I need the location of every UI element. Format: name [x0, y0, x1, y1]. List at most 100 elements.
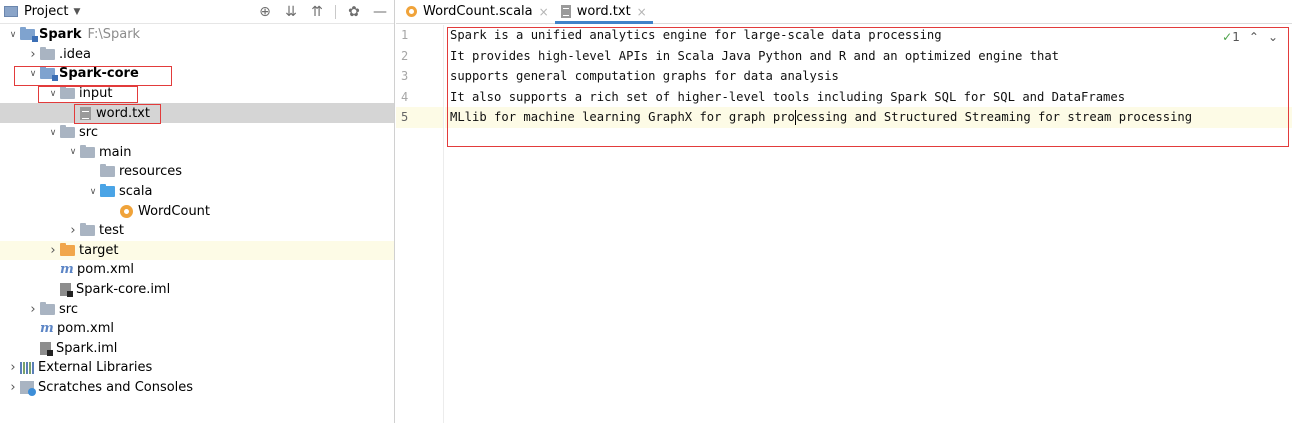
tree-item-label: pom.xml	[57, 321, 114, 337]
tree-item[interactable]: › src	[0, 299, 394, 319]
tree-item[interactable]: › target	[0, 240, 394, 261]
project-tree: ∨ Spark F:\Spark › .idea ∨ Spark-core ∨ input wor…	[0, 25, 394, 397]
collapse-all-icon[interactable]: ⇈	[309, 3, 325, 21]
resources-folder-icon	[100, 164, 115, 178]
expand-chevron-icon[interactable]: ∨	[46, 128, 60, 138]
tree-item[interactable]: › Scratches and Consoles	[0, 378, 394, 398]
collapse-chevron-icon[interactable]: ›	[46, 243, 60, 258]
line-number-gutter: 1 2 3 4 5	[396, 25, 444, 423]
text-cursor	[794, 110, 796, 125]
collapse-chevron-icon[interactable]: ›	[66, 223, 80, 238]
check-icon: ✓	[1222, 30, 1233, 44]
tree-item-label: pom.xml	[77, 262, 134, 278]
scala-object-icon	[406, 6, 417, 17]
scala-object-icon	[120, 204, 133, 218]
tree-item-label: WordCount	[138, 203, 211, 219]
tree-item[interactable]: Spark-core.iml	[0, 280, 394, 300]
inspection-count: 1	[1232, 30, 1240, 44]
line-number: 2	[401, 48, 409, 63]
tree-item-path: F:\Spark	[87, 27, 141, 43]
text-file-icon	[80, 106, 91, 120]
excluded-folder-icon	[60, 242, 75, 256]
tree-item-label: src	[79, 125, 98, 141]
collapse-chevron-icon[interactable]: ›	[6, 360, 20, 375]
tab-wordcount-scala[interactable]: WordCount.scala ×	[400, 0, 555, 23]
iml-file-icon	[60, 283, 73, 298]
tree-item[interactable]: word.txt	[0, 103, 394, 123]
maven-icon: m	[40, 321, 54, 337]
code-area[interactable]: Spark is a unified analytics engine for …	[445, 25, 1292, 128]
expand-chevron-icon[interactable]: ∨	[66, 147, 80, 157]
tree-item[interactable]: › .idea	[0, 45, 394, 65]
tree-item[interactable]: m pom.xml	[0, 260, 394, 280]
code-line[interactable]: It provides high-level APIs in Scala Jav…	[445, 46, 1292, 67]
tree-item[interactable]: Spark.iml	[0, 339, 394, 359]
module-folder-icon	[40, 66, 58, 82]
folder-icon	[40, 301, 55, 315]
expand-chevron-icon[interactable]: ∨	[26, 69, 40, 79]
tree-item-label: Scratches and Consoles	[38, 379, 194, 395]
expand-chevron-icon[interactable]: ∨	[6, 30, 20, 40]
toolbar-divider	[335, 5, 336, 19]
tree-item[interactable]: ∨ scala	[0, 182, 394, 202]
tree-item-label: input	[79, 86, 113, 102]
tree-item-label: scala	[119, 184, 153, 200]
tree-item[interactable]: WordCount	[0, 201, 394, 221]
settings-icon[interactable]: ✿	[346, 3, 362, 21]
tree-item[interactable]: › External Libraries	[0, 358, 394, 378]
tab-word-txt[interactable]: word.txt ×	[554, 0, 653, 24]
inspection-widget[interactable]: ✓1 ⌃ ⌄	[1222, 30, 1278, 44]
tree-item-label: .idea	[59, 46, 91, 62]
tree-item-label: Spark.iml	[56, 340, 118, 356]
tab-label: WordCount.scala	[423, 4, 533, 19]
text-file-icon	[560, 5, 571, 18]
tree-item[interactable]: ∨ Spark F:\Spark	[0, 25, 394, 45]
tree-item[interactable]: ∨ src	[0, 123, 394, 143]
tree-item-label: target	[79, 242, 119, 258]
editor-tabs: WordCount.scala × word.txt ×	[396, 0, 1292, 24]
scratches-icon	[20, 380, 36, 396]
chevron-down-icon[interactable]: ⌄	[1268, 30, 1278, 44]
module-folder-icon	[20, 27, 38, 43]
folder-icon	[80, 144, 95, 158]
tab-label: word.txt	[576, 4, 631, 19]
module-mark	[32, 36, 38, 43]
expand-chevron-icon[interactable]: ∨	[46, 89, 60, 99]
expand-chevron-icon[interactable]: ∨	[86, 187, 100, 197]
folder-icon	[60, 86, 75, 100]
line-number: 3	[401, 69, 409, 83]
libraries-icon	[20, 361, 34, 374]
collapse-chevron-icon[interactable]: ›	[6, 380, 20, 395]
tree-item-label: main	[99, 144, 132, 160]
locate-icon[interactable]: ⊕	[257, 3, 273, 21]
chevron-up-icon[interactable]: ⌃	[1249, 30, 1259, 44]
close-icon[interactable]: ×	[637, 5, 647, 19]
code-line[interactable]: Spark is a unified analytics engine for …	[445, 25, 1292, 46]
tree-item[interactable]: ∨ main	[0, 143, 394, 163]
tree-item-label: test	[99, 223, 124, 239]
project-toolbar: ⊕ ⇊ ⇈ ✿ —	[257, 3, 388, 21]
code-line[interactable]: supports general computation graphs for …	[445, 66, 1292, 87]
code-line[interactable]: It also supports a rich set of higher-le…	[445, 87, 1292, 108]
tree-item[interactable]: resources	[0, 162, 394, 182]
collapse-chevron-icon[interactable]: ›	[26, 302, 40, 317]
tree-item-label: word.txt	[96, 105, 150, 121]
collapse-chevron-icon[interactable]: ›	[26, 47, 40, 62]
hide-icon[interactable]: —	[372, 3, 388, 21]
project-panel-title: Project	[24, 4, 69, 19]
folder-icon	[80, 223, 95, 237]
close-icon[interactable]: ×	[539, 5, 549, 19]
chevron-down-icon[interactable]: ▼	[73, 7, 80, 17]
expand-all-icon[interactable]: ⇊	[283, 3, 299, 21]
code-line[interactable]: MLlib for machine learning GraphX for gr…	[445, 107, 1292, 128]
tree-item[interactable]: m pom.xml	[0, 319, 394, 339]
tree-item-label: External Libraries	[38, 360, 153, 376]
maven-icon: m	[60, 262, 74, 278]
folder-icon	[40, 46, 55, 60]
tree-item[interactable]: › test	[0, 221, 394, 241]
tree-item-label: Spark-core.iml	[76, 282, 171, 298]
module-mark	[52, 75, 58, 82]
tree-item[interactable]: ∨ Spark-core	[0, 64, 394, 84]
tree-item[interactable]: ∨ input	[0, 84, 394, 104]
inspection-status: ✓1	[1222, 30, 1240, 44]
